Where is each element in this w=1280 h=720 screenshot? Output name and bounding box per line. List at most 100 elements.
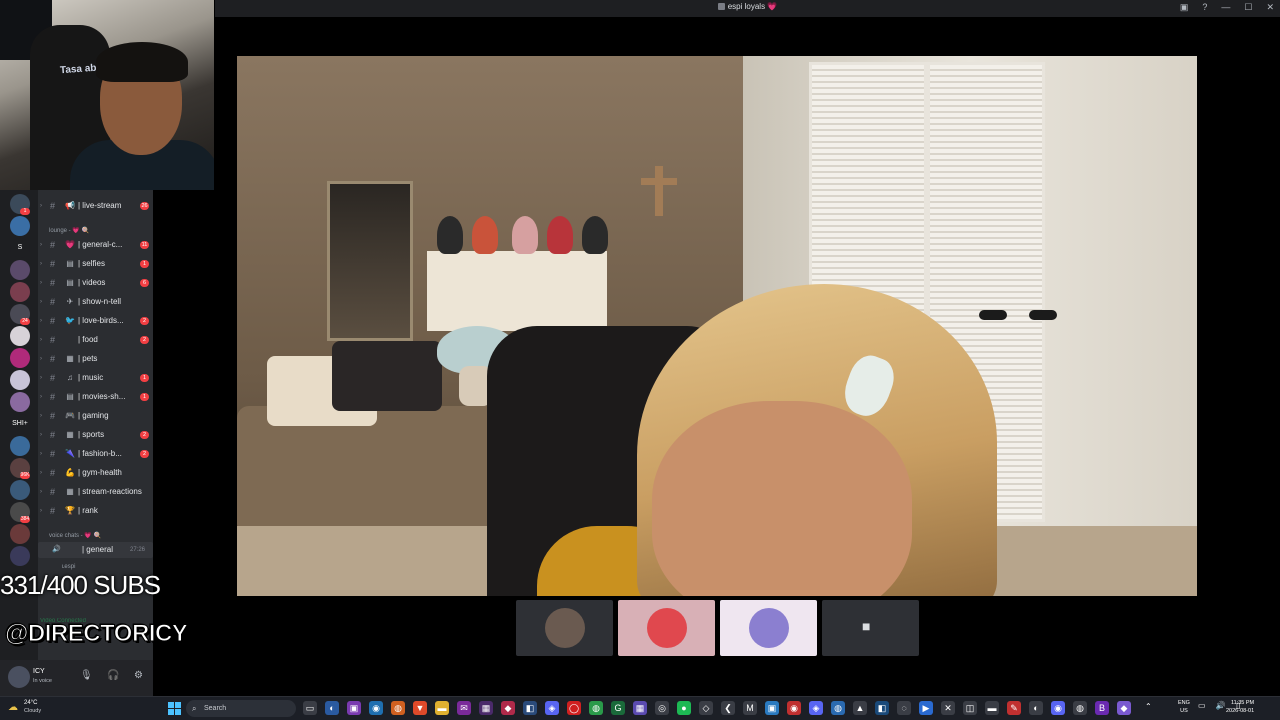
language-indicator[interactable]: ENG US <box>1178 699 1190 715</box>
server-icon[interactable] <box>10 348 30 368</box>
category-voice-chats[interactable]: voice chats - 💗 🍭 <box>49 532 101 539</box>
taskbar-app-icon[interactable]: ◉ <box>787 701 801 715</box>
close-button[interactable]: ✕ <box>1266 2 1274 13</box>
server-icon[interactable] <box>10 436 30 456</box>
channel-item[interactable]: › # ▤ | videos 6 <box>38 275 153 291</box>
channel-item[interactable]: › # 💗 | general-c... 11 <box>38 237 153 253</box>
participant-tile[interactable]: ■ <box>822 600 919 656</box>
taskbar-app-icon[interactable]: ◆ <box>501 701 515 715</box>
hashtag-icon: # <box>50 240 56 250</box>
weather-temperature[interactable]: 24°C <box>24 700 37 706</box>
taskbar-app-icon[interactable]: M <box>743 701 757 715</box>
taskbar-app-icon[interactable]: ● <box>677 701 691 715</box>
taskbar-app-icon[interactable]: ◆ <box>1117 701 1131 715</box>
channel-item[interactable]: › # ▦ | pets <box>38 351 153 367</box>
server-icon[interactable] <box>10 216 30 236</box>
channel-item[interactable]: › # ✈ | show-n-tell <box>38 294 153 310</box>
chevron-right-icon: › <box>40 261 42 267</box>
inbox-icon[interactable]: ▣ <box>1180 2 1189 13</box>
server-icon[interactable]: SHI+ <box>10 414 30 434</box>
taskbar-app-icon[interactable]: ❮ <box>721 701 735 715</box>
taskbar-app-icon[interactable]: ◉ <box>369 701 383 715</box>
help-icon[interactable]: ? <box>1202 2 1207 13</box>
taskbar-app-icon[interactable]: ◯ <box>567 701 581 715</box>
taskbar-app-icon[interactable]: ◈ <box>809 701 823 715</box>
system-clock[interactable]: 11:35 PM 2026-08-01 <box>1226 699 1254 715</box>
microphone-icon[interactable]: 🎙 <box>80 670 93 681</box>
taskbar-app-icon[interactable]: ◫ <box>963 701 977 715</box>
taskbar-app-icon[interactable]: ▬ <box>435 701 449 715</box>
taskbar-app-icon[interactable]: ◍ <box>391 701 405 715</box>
taskbar-app-icon[interactable]: ◍ <box>831 701 845 715</box>
taskbar-app-icon[interactable]: ◌ <box>897 701 911 715</box>
gear-icon[interactable]: ⚙ <box>134 670 143 681</box>
taskbar-app-icon[interactable]: ▦ <box>479 701 493 715</box>
maximize-button[interactable]: ☐ <box>1244 2 1252 13</box>
taskbar-app-icon[interactable]: ▣ <box>765 701 779 715</box>
server-icon[interactable] <box>10 480 30 500</box>
channel-item[interactable]: › # ▦ | sports 2 <box>38 427 153 443</box>
taskbar-app-icon[interactable]: ▣ <box>347 701 361 715</box>
window-controls: ▣ ? — ☐ ✕ <box>1180 2 1274 13</box>
taskbar-app-icon[interactable]: ✎ <box>1007 701 1021 715</box>
participant-tile[interactable] <box>720 600 817 656</box>
taskbar-app-icon[interactable]: ▦ <box>633 701 647 715</box>
taskbar-app-icon[interactable]: ◈ <box>545 701 559 715</box>
channel-item[interactable]: › # ▦ | stream-reactions <box>38 484 153 500</box>
channel-item[interactable]: › # | food 2 <box>38 332 153 348</box>
voice-participant[interactable]: ʟespi <box>62 564 75 570</box>
taskbar-app-icon[interactable]: ◐ <box>325 701 339 715</box>
server-icon[interactable] <box>10 392 30 412</box>
unread-badge: 2 <box>140 336 149 344</box>
participant-tile[interactable] <box>618 600 715 656</box>
taskbar-app-icon[interactable]: ◍ <box>589 701 603 715</box>
taskbar-app-icon[interactable]: ✉ <box>457 701 471 715</box>
channel-item[interactable]: › # ▤ | movies-sh... 1 <box>38 389 153 405</box>
server-icon[interactable] <box>10 326 30 346</box>
channel-item[interactable]: › # 🎮 | gaming <box>38 408 153 424</box>
category-lounge[interactable]: lounge - 💗 🍭 <box>49 227 89 234</box>
channel-emoji: 💗 <box>65 240 75 249</box>
server-icon[interactable] <box>10 370 30 390</box>
avatar[interactable] <box>8 666 30 688</box>
channel-item[interactable]: › # 🌂 | fashion-b... 2 <box>38 446 153 462</box>
channel-item[interactable]: › # ♫ | music 1 <box>38 370 153 386</box>
channel-item[interactable]: › # 📢 | live-stream 26 <box>38 198 153 214</box>
server-icon[interactable] <box>10 546 30 566</box>
taskbar-app-icon[interactable]: ▶ <box>919 701 933 715</box>
server-icon[interactable]: S <box>10 238 30 258</box>
taskbar-app-icon[interactable]: ◍ <box>1073 701 1087 715</box>
taskbar-search[interactable]: ⌕ Search <box>186 700 296 717</box>
server-icon[interactable] <box>10 260 30 280</box>
taskbar-app-icon[interactable]: ◐ <box>1029 701 1043 715</box>
channel-item[interactable]: › # ▤ | selfies 1 <box>38 256 153 272</box>
headphones-icon[interactable]: 🎧 <box>107 670 119 681</box>
channel-item[interactable]: › # 🏆 | rank <box>38 503 153 519</box>
taskbar-app-icon[interactable]: B <box>1095 701 1109 715</box>
taskbar-app-icon[interactable]: ▲ <box>853 701 867 715</box>
minimize-button[interactable]: — <box>1221 2 1230 13</box>
taskbar-app-icon[interactable]: ◎ <box>655 701 669 715</box>
taskbar-app-icon[interactable]: ▼ <box>413 701 427 715</box>
taskbar-app-icon[interactable]: ◉ <box>1051 701 1065 715</box>
channel-item[interactable]: › # 💪 | gym-health <box>38 465 153 481</box>
taskbar-app-icon[interactable]: ◧ <box>875 701 889 715</box>
participant-tile[interactable] <box>516 600 613 656</box>
server-icon[interactable] <box>10 282 30 302</box>
hashtag-icon: # <box>50 354 56 364</box>
tray-overflow-icon[interactable]: ⌃ <box>1145 702 1152 711</box>
weather-cloud-icon[interactable]: ☁ <box>8 702 18 713</box>
channel-emoji: ▦ <box>66 487 74 496</box>
voice-channel-general[interactable]: 🔊 | general 27:26 <box>38 542 153 558</box>
weather-description[interactable]: Cloudy <box>24 708 41 714</box>
main-video-stream[interactable] <box>237 56 1197 596</box>
taskbar-app-icon[interactable]: ✕ <box>941 701 955 715</box>
windows-start-button[interactable] <box>168 702 181 715</box>
server-icon[interactable] <box>10 524 30 544</box>
taskbar-app-icon[interactable]: ◧ <box>523 701 537 715</box>
channel-item[interactable]: › # 🐦 | love-birds... 2 <box>38 313 153 329</box>
taskbar-app-icon[interactable]: G <box>611 701 625 715</box>
taskbar-app-icon[interactable]: ◇ <box>699 701 713 715</box>
taskbar-app-icon[interactable]: ▬ <box>985 701 999 715</box>
taskbar-app-icon[interactable]: ▭ <box>303 701 317 715</box>
